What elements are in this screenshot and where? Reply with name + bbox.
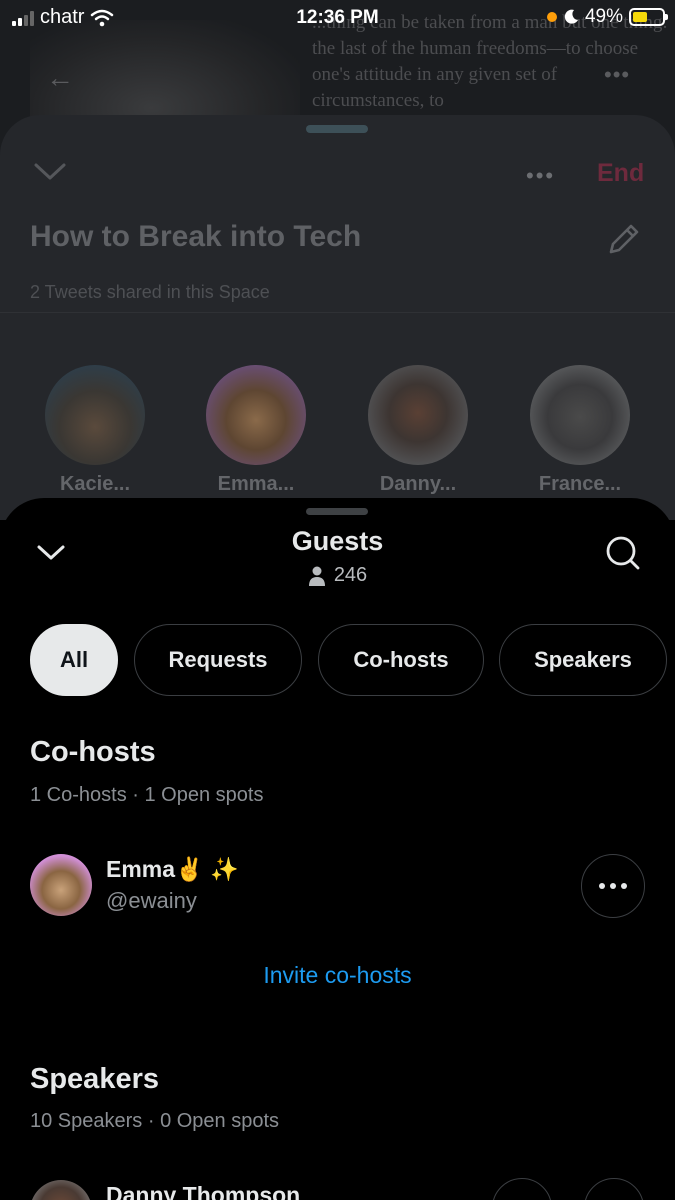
battery-percent: 49% — [584, 6, 623, 27]
speakers-section-title: Speakers — [30, 1063, 159, 1095]
guests-sheet: Guests 246 All Requests Co-hosts Speaker… — [0, 498, 675, 1200]
speaker-name: Emma... — [217, 473, 295, 495]
back-arrow-icon: ← — [46, 62, 74, 93]
tweets-shared-text: 2 Tweets shared in this Space — [30, 282, 270, 302]
listener-count-value: 246 — [333, 564, 368, 586]
speakers-section-subtitle: 10 Speakers · 0 Open spots — [30, 1110, 280, 1132]
drag-handle[interactable] — [306, 125, 368, 133]
speaker-avatar-danny[interactable]: Danny... — [363, 365, 473, 496]
speaker-name: Kacie... — [59, 473, 131, 495]
space-card: ••• End How to Break into Tech 2 Tweets … — [0, 115, 675, 520]
edit-pencil-icon[interactable] — [603, 220, 643, 260]
chevron-down-icon[interactable] — [32, 159, 68, 183]
speaker-row[interactable]: Danny Thompson — [30, 1180, 645, 1200]
user-display-name: Danny Thompson — [106, 1182, 301, 1200]
more-horizontal-icon — [599, 883, 627, 889]
guests-title: Guests — [291, 526, 384, 556]
search-icon[interactable] — [604, 534, 642, 572]
background-page: ...thing can be taken from a man but one… — [0, 0, 675, 520]
person-icon — [308, 566, 325, 586]
speaker-avatar-france[interactable]: France... — [525, 365, 635, 496]
avatar — [368, 365, 468, 465]
avatar — [530, 365, 630, 465]
speaker-name: Danny... — [379, 473, 457, 495]
invite-cohosts-link[interactable]: Invite co-hosts — [0, 962, 675, 989]
speaker-avatar-emma[interactable]: Emma... — [201, 365, 311, 496]
tab-speakers[interactable]: Speakers — [499, 624, 667, 696]
filter-tabs: All Requests Co-hosts Speakers — [30, 624, 675, 698]
tab-all[interactable]: All — [30, 624, 118, 696]
cohosts-section-title: Co-hosts — [30, 736, 156, 768]
end-space-button[interactable]: End — [597, 159, 644, 188]
user-more-button[interactable] — [581, 854, 645, 918]
user-display-name: Emma✌️ ✨ — [106, 856, 239, 882]
tab-cohosts[interactable]: Co-hosts — [318, 624, 484, 696]
background-more-icon: ••• — [604, 62, 631, 87]
avatar — [30, 1180, 92, 1200]
listener-count: 246 — [0, 564, 675, 587]
avatar — [206, 365, 306, 465]
cohosts-section-subtitle: 1 Co-hosts · 1 Open spots — [30, 784, 264, 806]
more-options-icon[interactable]: ••• — [526, 163, 555, 189]
sheet-drag-handle[interactable] — [306, 508, 368, 515]
mic-in-use-dot — [546, 12, 557, 22]
moon-icon — [564, 9, 578, 24]
avatar — [30, 854, 92, 916]
speaker-avatar-kacie[interactable]: Kacie... — [40, 365, 150, 496]
space-title: How to Break into Tech — [30, 220, 362, 253]
divider — [0, 312, 675, 313]
speaker-name: France... — [538, 473, 622, 495]
battery-icon — [629, 8, 668, 26]
cohost-row[interactable]: Emma✌️ ✨ @ewainy — [30, 854, 645, 918]
avatar — [45, 365, 145, 465]
user-handle: @ewainy — [106, 888, 197, 913]
tab-requests[interactable]: Requests — [134, 624, 302, 696]
status-bar: chatr 12:36 PM 49% — [0, 0, 675, 38]
